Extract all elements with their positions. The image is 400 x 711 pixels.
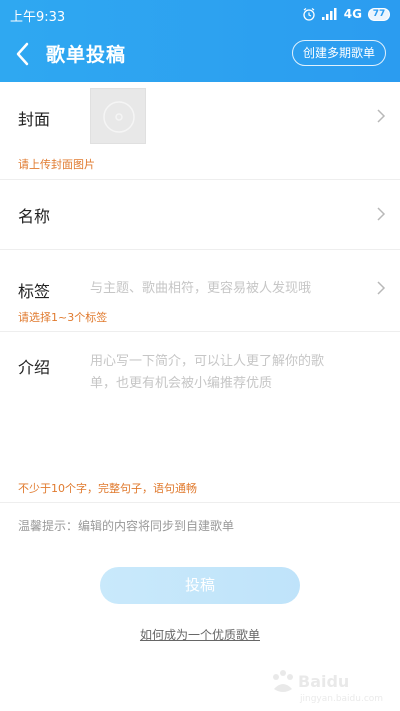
cover-label: 封面 — [18, 110, 51, 129]
app-header: 上午9:33 4G 77 歌单投稿 创建多期歌单 — [0, 0, 400, 82]
page-title: 歌单投稿 — [46, 44, 127, 66]
svg-text:Baidu: Baidu — [298, 672, 349, 691]
intro-hint: 不少于10个字，完整句子，语句通畅 — [18, 482, 197, 495]
quality-playlist-help-link[interactable]: 如何成为一个优质歌单 — [0, 626, 400, 643]
title-bar: 歌单投稿 创建多期歌单 — [0, 28, 400, 82]
status-icons: 4G 77 — [302, 6, 390, 22]
signal-strength-icon — [321, 8, 337, 20]
tags-label: 标签 — [18, 282, 51, 301]
network-type: 4G — [343, 7, 362, 21]
intro-placeholder-line1: 用心写一下简介，可以让人更了解你的歌 — [90, 354, 325, 369]
cover-upload[interactable] — [90, 88, 146, 144]
tags-placeholder: 与主题、歌曲相符，更容易被人发现哦 — [90, 281, 312, 296]
tags-hint: 请选择1~3个标签 — [18, 311, 108, 324]
back-arrow-icon[interactable] — [10, 38, 38, 70]
alarm-clock-icon — [303, 8, 315, 21]
intro-placeholder-line2: 单，也更有机会被小编推荐优质 — [90, 376, 273, 391]
status-time: 上午9:33 — [10, 10, 66, 25]
svg-text:jingyan.baidu.com: jingyan.baidu.com — [299, 694, 383, 704]
chevron-right-icon — [377, 207, 386, 221]
name-label: 名称 — [18, 207, 51, 226]
battery-indicator: 77 — [368, 7, 390, 21]
chevron-right-icon — [377, 109, 386, 123]
create-multi-playlist-button[interactable]: 创建多期歌单 — [291, 40, 386, 66]
baidu-watermark-logo: Baidu jingyan.baidu.com — [273, 670, 383, 704]
cover-hint: 请上传封面图片 — [18, 158, 95, 171]
submit-button[interactable]: 投稿 — [100, 567, 300, 604]
divider — [0, 502, 400, 503]
chevron-right-icon — [377, 281, 386, 295]
intro-label: 介绍 — [18, 358, 51, 377]
warm-tip: 温馨提示：编辑的内容将同步到自建歌单 — [18, 519, 235, 533]
disc-placeholder-icon — [103, 101, 135, 133]
divider — [0, 249, 400, 250]
divider — [0, 179, 400, 180]
status-bar: 上午9:33 4G 77 — [0, 0, 400, 28]
divider — [0, 331, 400, 332]
